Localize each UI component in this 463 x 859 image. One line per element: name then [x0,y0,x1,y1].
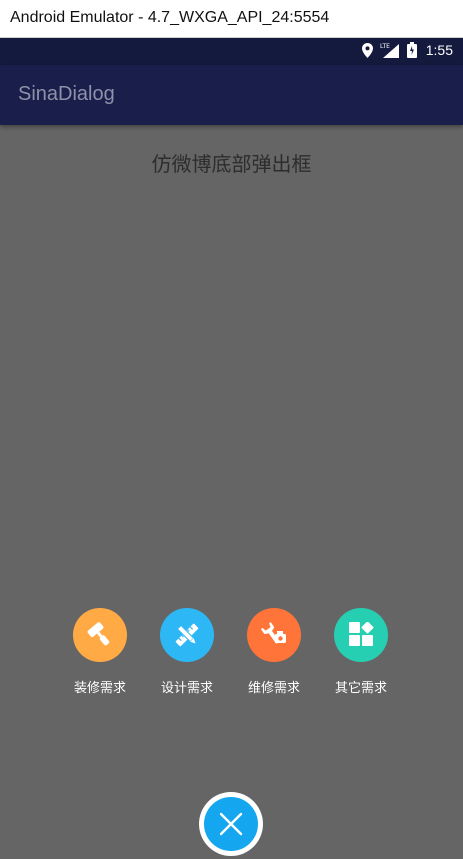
signal-icon: LTE [380,43,399,58]
status-bar: LTE 1:55 [0,38,463,65]
grid-apps-icon [334,608,388,662]
location-pin-icon [361,42,373,58]
app-bar: SinaDialog [0,65,463,125]
popup-menu: 装修需求 设计需求 维修需求 其它需求 [0,608,463,708]
paint-roller-icon [73,608,127,662]
close-icon [204,797,258,851]
close-button[interactable] [199,792,263,856]
menu-item-other[interactable]: 其它需求 [321,608,401,698]
wrench-icon [247,608,301,662]
menu-item-label: 其它需求 [334,681,387,696]
menu-item-label: 维修需求 [247,681,300,696]
menu-item-decoration[interactable]: 装修需求 [60,608,140,698]
device-screen: LTE 1:55 SinaDialog 仿微博底部弹出框 装修需求 设计需求 维… [0,38,463,859]
window-title: Android Emulator - 4.7_WXGA_API_24:5554 [10,9,330,26]
page-heading: 仿微博底部弹出框 [151,152,312,176]
menu-item-label: 装修需求 [73,681,126,696]
menu-item-repair[interactable]: 维修需求 [234,608,314,698]
window-titlebar: Android Emulator - 4.7_WXGA_API_24:5554 [0,0,463,38]
status-time: 1:55 [425,42,453,58]
menu-item-label: 设计需求 [160,681,213,696]
status-icons: LTE 1:55 [361,42,453,58]
ruler-pencil-icon [160,608,214,662]
menu-item-design[interactable]: 设计需求 [147,608,227,698]
network-type-label: LTE [380,43,390,50]
app-title: SinaDialog [18,83,115,105]
battery-icon [406,42,417,58]
